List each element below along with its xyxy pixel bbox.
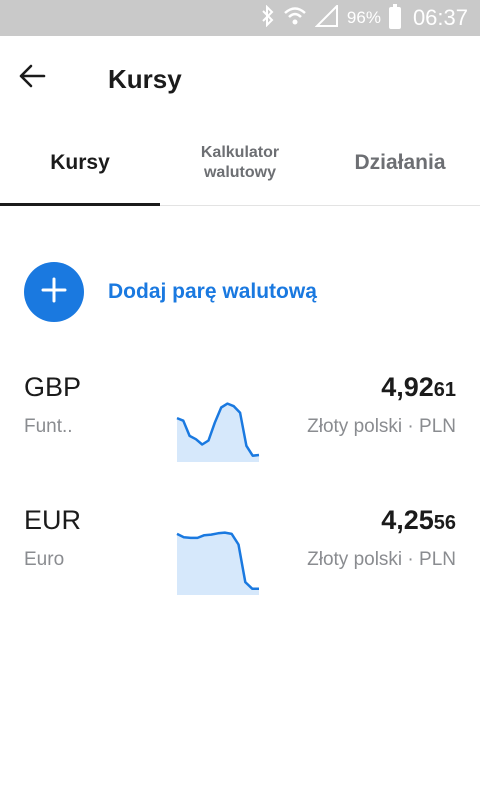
tab-label: Kursy — [50, 151, 110, 174]
bluetooth-icon — [261, 4, 275, 32]
active-tab-indicator — [0, 203, 160, 206]
tab-kursy[interactable]: Kursy — [0, 120, 160, 206]
tab-kalkulator-walutowy[interactable]: Kalkulator walutowy — [160, 120, 320, 206]
battery-icon — [388, 4, 401, 29]
rate-row-gbp[interactable]: GBP Funt.. 4,9261 Złoty polski · PLN — [0, 372, 480, 482]
quote-currency: Złoty polski · PLN — [307, 549, 456, 570]
tab-label: Działania — [354, 151, 446, 174]
rate-decimals: 56 — [433, 512, 456, 534]
rate-main: 4,25 — [381, 505, 434, 535]
rate-value: 4,2556 — [381, 505, 456, 536]
battery-text: 96% — [346, 8, 381, 27]
currency-code: EUR — [24, 505, 82, 535]
rate-main: 4,92 — [381, 372, 434, 402]
status-time: 06:37 — [412, 5, 468, 30]
plus-icon — [41, 277, 67, 308]
rate-decimals: 61 — [433, 379, 456, 401]
currency-code: GBP — [24, 372, 82, 402]
add-currency-pair-button[interactable]: Dodaj parę walutową — [24, 262, 317, 322]
signal-icon — [314, 3, 339, 32]
page-title: Kursy — [108, 64, 182, 94]
currency-name: Funt.. — [24, 416, 73, 437]
currency-name: Euro — [24, 549, 65, 570]
arrow-left-icon — [18, 64, 46, 93]
rate-value: 4,9261 — [381, 372, 456, 403]
back-button[interactable] — [14, 60, 50, 96]
status-bar: 96% 06:37 — [0, 0, 480, 36]
add-pair-label: Dodaj parę walutową — [108, 280, 317, 303]
sparkline-chart — [176, 402, 260, 462]
add-button[interactable] — [24, 262, 84, 322]
tab-dzialania[interactable]: Działania — [320, 120, 480, 206]
wifi-icon — [283, 5, 307, 32]
rate-row-eur[interactable]: EUR Euro 4,2556 Złoty polski · PLN — [0, 505, 480, 615]
tab-bar: Kursy Kalkulator walutowy Działania — [0, 120, 480, 206]
sparkline-chart — [176, 531, 259, 595]
tab-label: Kalkulator walutowy — [200, 144, 280, 181]
app-bar: Kursy — [0, 36, 480, 120]
sparkline-area — [177, 532, 259, 595]
quote-currency: Złoty polski · PLN — [307, 416, 456, 437]
